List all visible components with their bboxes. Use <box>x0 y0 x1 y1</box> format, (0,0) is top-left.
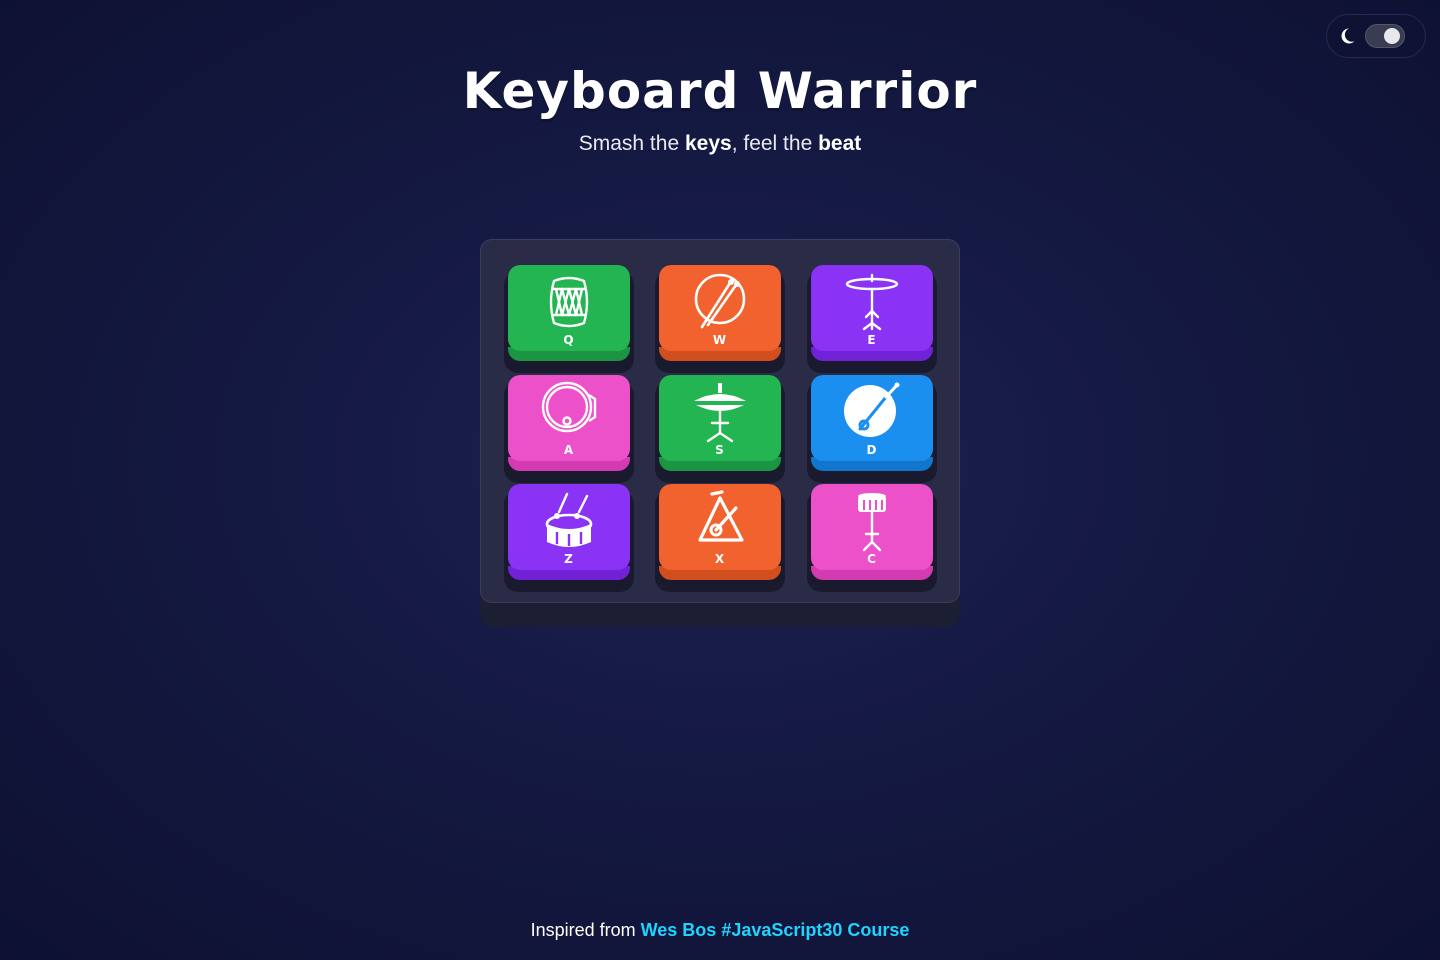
drum-pad-s[interactable]: S <box>655 375 785 483</box>
pad-key-label: A <box>563 443 575 457</box>
theme-switch[interactable] <box>1365 24 1405 48</box>
drum-sticks-icon <box>690 271 750 333</box>
moon-icon <box>1337 26 1357 46</box>
pad-key-label: C <box>867 552 877 566</box>
subtitle-text-1: Smash the <box>578 132 685 155</box>
pad-cap: W <box>659 265 781 361</box>
page-title: Keyboard Warrior <box>462 62 978 120</box>
footer-prefix: Inspired from <box>530 920 641 940</box>
pad-cap: A <box>508 375 630 471</box>
course-link[interactable]: Wes Bos #JavaScript30 Course <box>641 920 910 940</box>
hi-hat-icon <box>690 381 750 443</box>
footer: Inspired from Wes Bos #JavaScript30 Cour… <box>0 920 1440 941</box>
drum-pad-e[interactable]: E <box>807 265 937 373</box>
cymbal-stand-icon <box>842 271 902 333</box>
switch-knob <box>1384 28 1400 44</box>
theme-toggle[interactable] <box>1326 14 1426 58</box>
drum-pad-w[interactable]: W <box>655 265 785 373</box>
pad-cap: X <box>659 484 781 580</box>
snare-stand-icon <box>842 490 902 552</box>
subtitle-text-2: , feel the <box>731 132 819 155</box>
pad-cap: Q <box>508 265 630 361</box>
pad-cap: E <box>811 265 933 361</box>
drum-pad-d[interactable]: D <box>807 375 937 483</box>
pad-cap: D <box>811 375 933 471</box>
pad-key-label: Q <box>563 333 575 347</box>
snare-drum-icon <box>539 490 599 552</box>
drum-pad-x[interactable]: X <box>655 484 785 592</box>
page-subtitle: Smash the keys, feel the beat <box>0 132 1440 156</box>
subtitle-keys: keys <box>684 132 732 155</box>
tom-drum-icon <box>842 381 902 443</box>
pad-key-label: E <box>867 333 877 347</box>
drum-pad-c[interactable]: C <box>807 484 937 592</box>
bass-drum-icon <box>539 381 599 443</box>
pad-cap: S <box>659 375 781 471</box>
drum-pad-q[interactable]: Q <box>504 265 634 373</box>
pad-key-label: S <box>715 443 725 457</box>
subtitle-beat: beat <box>818 132 862 155</box>
dhol-icon <box>539 271 599 333</box>
pad-key-label: Z <box>564 552 574 566</box>
pad-key-label: D <box>866 443 878 457</box>
drum-pad-z[interactable]: Z <box>504 484 634 592</box>
pad-key-label: X <box>714 552 726 566</box>
drum-pad-a[interactable]: A <box>504 375 634 483</box>
pad-cap: Z <box>508 484 630 580</box>
pad-cap: C <box>811 484 933 580</box>
pad-key-label: W <box>712 333 728 347</box>
triangle-icon <box>690 490 750 552</box>
